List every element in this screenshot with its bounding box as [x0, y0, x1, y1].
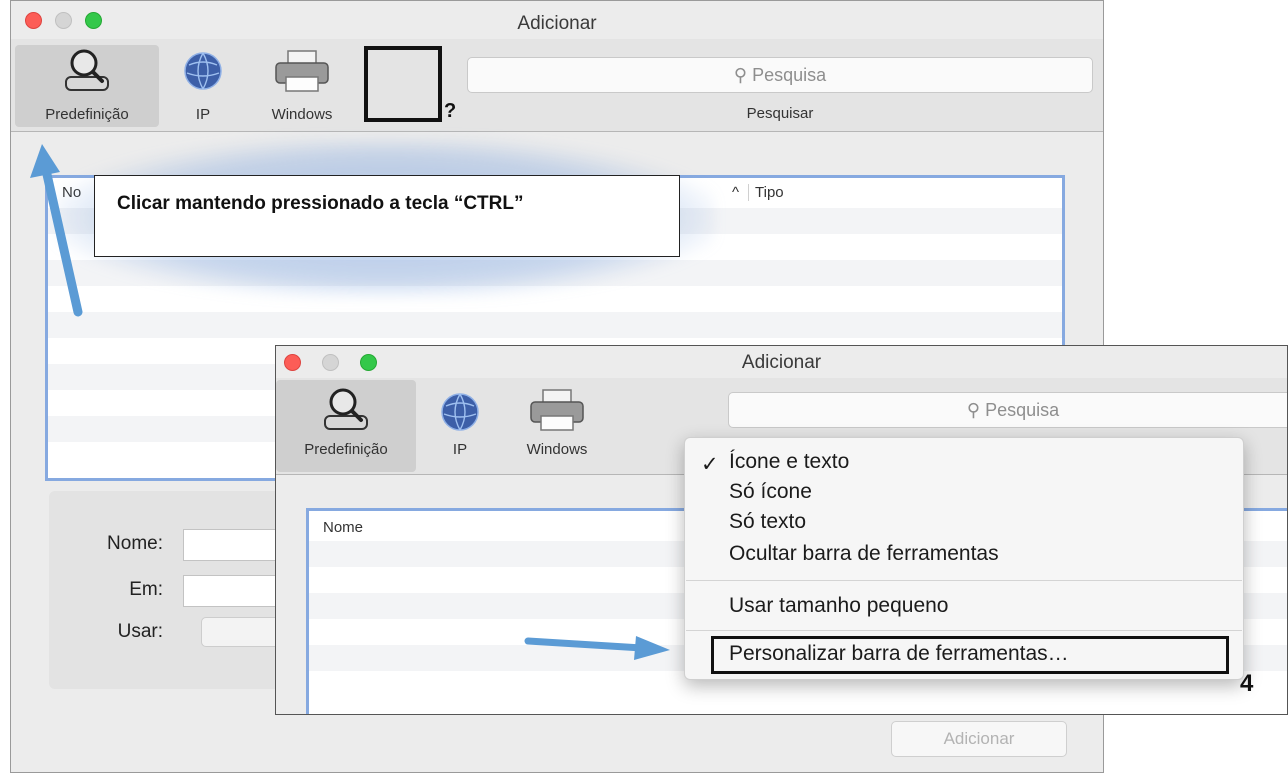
toolbar-label: IP: [452, 441, 468, 458]
nome-label: Nome:: [107, 533, 163, 554]
toolbar-item-windows[interactable]: Windows: [247, 45, 357, 127]
question-mark: ?: [444, 100, 457, 122]
printer-icon: [529, 388, 585, 436]
menu-item-ocultar-barra[interactable]: Ocultar barra de ferramentas: [729, 542, 999, 566]
search-input[interactable]: ⚲ Pesquisa: [467, 57, 1093, 93]
window-title: Adicionar: [741, 352, 822, 373]
column-header-tipo[interactable]: Tipo: [748, 184, 784, 201]
toolbar-item-ip[interactable]: IP: [426, 380, 494, 472]
toolbar-item-predefinicao[interactable]: Predefinição: [276, 380, 416, 472]
empty-highlight-box: [364, 46, 442, 122]
menu-separator: [686, 630, 1242, 631]
adicionar-button[interactable]: Adicionar: [891, 721, 1067, 757]
toolbar-label: IP: [195, 106, 211, 123]
instruction-callout: Clicar mantendo pressionado a tecla “CTR…: [94, 175, 680, 257]
magnifier-person-icon: [62, 47, 112, 97]
search-label: Pesquisar: [746, 105, 814, 122]
toolbar-item-ip[interactable]: IP: [163, 45, 243, 127]
menu-item-usar-tamanho-pequeno[interactable]: Usar tamanho pequeno: [729, 594, 949, 618]
globe-icon: [183, 51, 223, 95]
menu-separator: [686, 580, 1242, 581]
callout-text: Clicar mantendo pressionado a tecla “CTR…: [117, 193, 524, 214]
globe-icon: [440, 392, 480, 436]
search-input[interactable]: ⚲ Pesquisa: [728, 392, 1287, 428]
toolbar-label: Predefinição: [45, 106, 129, 123]
toolbar-label: Windows: [526, 441, 588, 458]
em-label: Em:: [129, 579, 163, 600]
toolbar-item-predefinicao[interactable]: Predefinição: [15, 45, 159, 127]
toolbar: Predefinição IP Windows: [11, 39, 1103, 132]
search-icon: ⚲: [733, 65, 748, 85]
toolbar-label: Windows: [271, 106, 333, 123]
personalizar-highlight-box: [711, 636, 1229, 674]
title-bar: Adicionar: [11, 1, 1103, 39]
menu-item-so-icone[interactable]: Só ícone: [729, 480, 812, 504]
search-placeholder: Pesquisa: [985, 400, 1060, 420]
toolbar-label: Predefinição: [304, 441, 388, 458]
menu-item-icone-e-texto[interactable]: Ícone e texto: [729, 450, 849, 474]
list-row: [48, 312, 1062, 338]
column-header-nome[interactable]: Nome: [323, 519, 363, 536]
usar-label: Usar:: [117, 621, 163, 642]
menu-item-so-texto[interactable]: Só texto: [729, 510, 806, 534]
window-title: Adicionar: [517, 13, 597, 34]
arrow-up-icon: [30, 144, 83, 317]
step-number: 4: [1240, 670, 1254, 697]
toolbar-context-menu: ✓ Ícone e texto Só ícone Só texto Oculta…: [684, 437, 1244, 680]
search-icon: ⚲: [966, 400, 981, 420]
toolbar-item-windows[interactable]: Windows: [502, 380, 612, 472]
printer-icon: [274, 49, 330, 97]
magnifier-person-icon: [321, 386, 371, 436]
search-placeholder: Pesquisa: [752, 65, 827, 85]
sort-indicator: ^: [732, 184, 740, 201]
checkmark-icon: ✓: [701, 453, 719, 476]
arrow-right-icon: [524, 636, 670, 660]
